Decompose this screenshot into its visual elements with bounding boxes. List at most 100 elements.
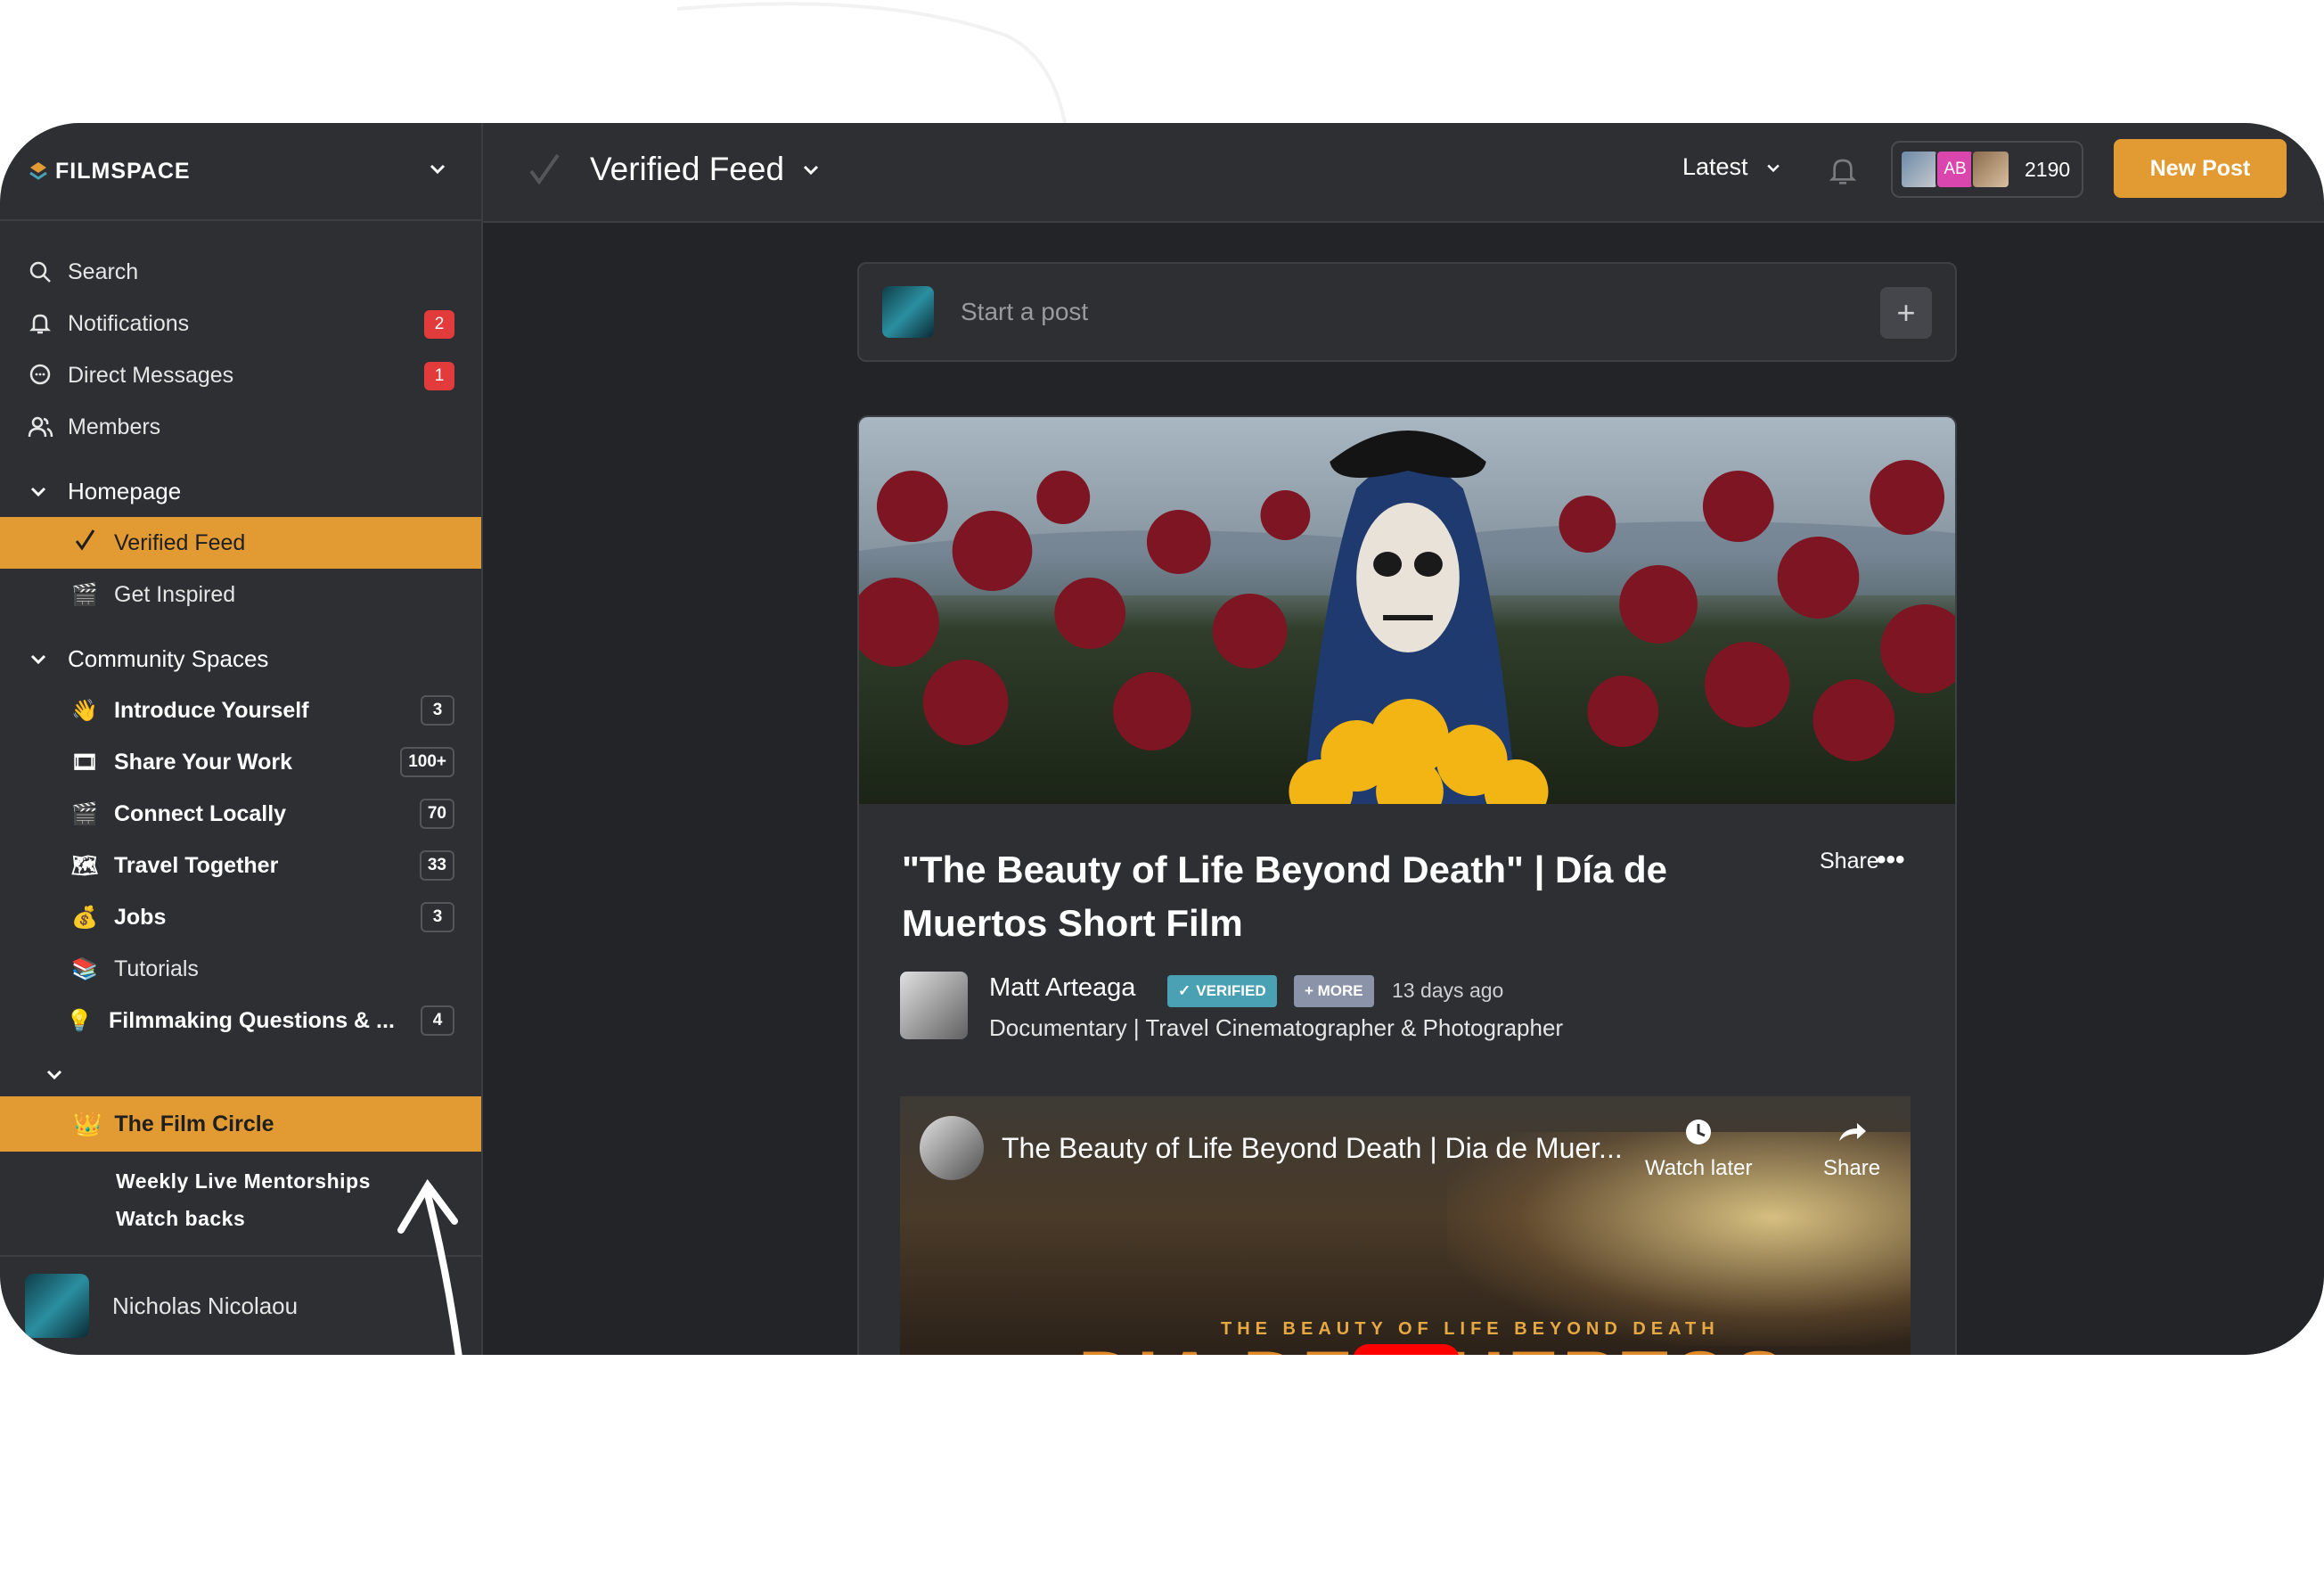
verified-badge: ✓ VERIFIED <box>1167 975 1277 1007</box>
clapper-icon: 🎬 <box>71 801 98 826</box>
section-title: Community Spaces <box>68 644 269 672</box>
watch-later-button[interactable]: Watch later <box>1645 1114 1752 1181</box>
chat-icon <box>29 364 51 385</box>
sidebar-nav: Search Notifications 2 Direct Messages 1… <box>0 221 481 1237</box>
count-badge: 3 <box>421 695 454 726</box>
count-badge: 3 <box>421 902 454 932</box>
books-icon: 📚 <box>71 956 98 981</box>
chevron-down-icon[interactable] <box>426 157 449 180</box>
section-community-spaces[interactable]: Community Spaces <box>0 633 481 685</box>
wave-icon: 👋 <box>71 698 98 723</box>
more-badges[interactable]: + MORE <box>1294 975 1374 1007</box>
messages-badge: 1 <box>424 362 454 390</box>
avatar[interactable] <box>900 972 968 1039</box>
crown-icon: 👑 <box>73 1110 102 1137</box>
clapper-icon: 🎬 <box>71 582 98 607</box>
count-badge: 100+ <box>400 747 454 777</box>
post-hero-image[interactable] <box>859 417 1955 825</box>
count-badge: 33 <box>419 850 454 881</box>
post-card: "The Beauty of Life Beyond Death" | Día … <box>857 415 1957 1355</box>
share-arrow-icon <box>1839 1123 1867 1141</box>
video-share-label: Share <box>1823 1156 1881 1180</box>
post-title[interactable]: "The Beauty of Life Beyond Death" | Día … <box>902 843 1704 950</box>
sort-dropdown[interactable]: Latest <box>1682 153 1782 181</box>
check-icon: ✓ <box>1178 982 1191 999</box>
video-title[interactable]: The Beauty of Life Beyond Death | Dia de… <box>1002 1132 1623 1165</box>
sidebar-item-label: Notifications <box>68 310 190 336</box>
sidebar-item-the-film-circle[interactable]: 👑 The Film Circle <box>0 1096 481 1152</box>
app-window: FILMSPACE Search Notifications 2 Direct … <box>0 123 2324 1355</box>
video-embed[interactable]: The Beauty of Life Beyond Death | Dia de… <box>900 1096 1911 1355</box>
sidebar-item-introduce-yourself[interactable]: 👋 Introduce Yourself 3 <box>0 685 481 736</box>
sidebar-item-notifications[interactable]: Notifications 2 <box>0 298 481 349</box>
sort-label: Latest <box>1682 153 1748 180</box>
video-share-button[interactable]: Share <box>1823 1114 1880 1181</box>
share-button[interactable]: Share <box>1820 849 1879 874</box>
composer-placeholder[interactable]: Start a post <box>961 298 1088 326</box>
map-icon: 🗺 <box>70 853 99 878</box>
notifications-badge: 2 <box>424 310 454 339</box>
new-post-button[interactable]: New Post <box>2114 139 2287 198</box>
sidebar-item-label: Travel Together <box>114 852 279 878</box>
sidebar-item-tutorials[interactable]: 📚 Tutorials <box>0 943 481 995</box>
section-title: Homepage <box>68 477 182 504</box>
chevron-down-icon <box>803 165 819 176</box>
avatar <box>1900 150 1939 189</box>
sidebar-item-direct-messages[interactable]: Direct Messages 1 <box>0 349 481 401</box>
bell-icon[interactable] <box>1825 153 1861 189</box>
author-headline: Documentary | Travel Cinematographer & P… <box>989 1014 1564 1041</box>
add-post-button[interactable]: + <box>1880 287 1932 339</box>
members-icon <box>28 416 53 438</box>
post-composer[interactable]: Start a post + <box>857 262 1957 362</box>
sidebar-item-label: Filmmaking Questions & ... <box>109 1007 395 1033</box>
annotation-arrow-bottom <box>397 1178 476 1501</box>
check-icon <box>529 153 560 185</box>
page-title: Verified Feed <box>590 151 785 187</box>
sidebar-item-label: Share Your Work <box>114 749 293 775</box>
feed-main: Start a post + "The Beauty of Life Beyon… <box>483 223 2324 1355</box>
money-bag-icon: 💰 <box>71 905 98 930</box>
sidebar-item-members[interactable]: Members <box>0 401 481 453</box>
user-name: Nicholas Nicolaou <box>112 1292 299 1319</box>
section-homepage[interactable]: Homepage <box>0 465 481 517</box>
watch-later-label: Watch later <box>1645 1156 1753 1180</box>
sidebar-item-get-inspired[interactable]: 🎬 Get Inspired <box>0 569 481 620</box>
sidebar-item-filmmaking-questions[interactable]: 💡 Filmmaking Questions & ... 4 <box>0 995 481 1046</box>
members-pill[interactable]: AB 2190 <box>1891 141 2083 198</box>
feed-selector[interactable]: Verified Feed <box>524 150 822 189</box>
sidebar-item-label: Verified Feed <box>114 529 246 555</box>
avatar[interactable] <box>920 1116 984 1180</box>
sidebar-item-label: Jobs <box>114 904 167 930</box>
count-badge: 4 <box>421 1005 454 1036</box>
search-icon <box>29 261 51 283</box>
more-options-icon[interactable]: ••• <box>1877 845 1905 875</box>
filmspace-logo-icon <box>29 162 47 180</box>
verified-label: VERIFIED <box>1196 982 1266 999</box>
sidebar-item-jobs[interactable]: 💰 Jobs 3 <box>0 891 481 943</box>
play-icon[interactable] <box>1353 1344 1460 1355</box>
sidebar-item-label: Direct Messages <box>68 362 234 388</box>
sidebar-item-label: Tutorials <box>114 956 199 981</box>
chevron-down-icon <box>30 487 46 497</box>
brand-logo[interactable]: FILMSPACE <box>27 159 191 185</box>
sidebar-item-label: Introduce Yourself <box>114 697 309 723</box>
sidebar-item-share-your-work[interactable]: 🎞 Share Your Work 100+ <box>0 736 481 788</box>
brand-bar[interactable]: FILMSPACE <box>0 123 481 221</box>
sidebar-item-travel-together[interactable]: 🗺 Travel Together 33 <box>0 840 481 891</box>
clock-icon <box>1686 1120 1712 1144</box>
chevron-down-icon <box>46 1070 62 1080</box>
sidebar-item-verified-feed[interactable]: Verified Feed <box>0 517 481 569</box>
sidebar-item-label: Members <box>68 414 161 439</box>
lightbulb-icon: 💡 <box>66 1008 93 1033</box>
avatar <box>882 286 934 338</box>
brand-name: FILMSPACE <box>55 158 191 184</box>
check-icon <box>70 527 100 560</box>
author-name[interactable]: Matt Arteaga <box>989 973 1135 1003</box>
member-count: 2190 <box>2025 157 2071 181</box>
bell-icon <box>29 314 52 334</box>
film-icon: 🎞 <box>70 750 99 775</box>
sidebar-item-connect-locally[interactable]: 🎬 Connect Locally 70 <box>0 788 481 840</box>
sidebar-item-search[interactable]: Search <box>0 246 481 298</box>
section-collapse-toggle[interactable] <box>0 1052 481 1096</box>
avatar[interactable] <box>25 1274 89 1338</box>
